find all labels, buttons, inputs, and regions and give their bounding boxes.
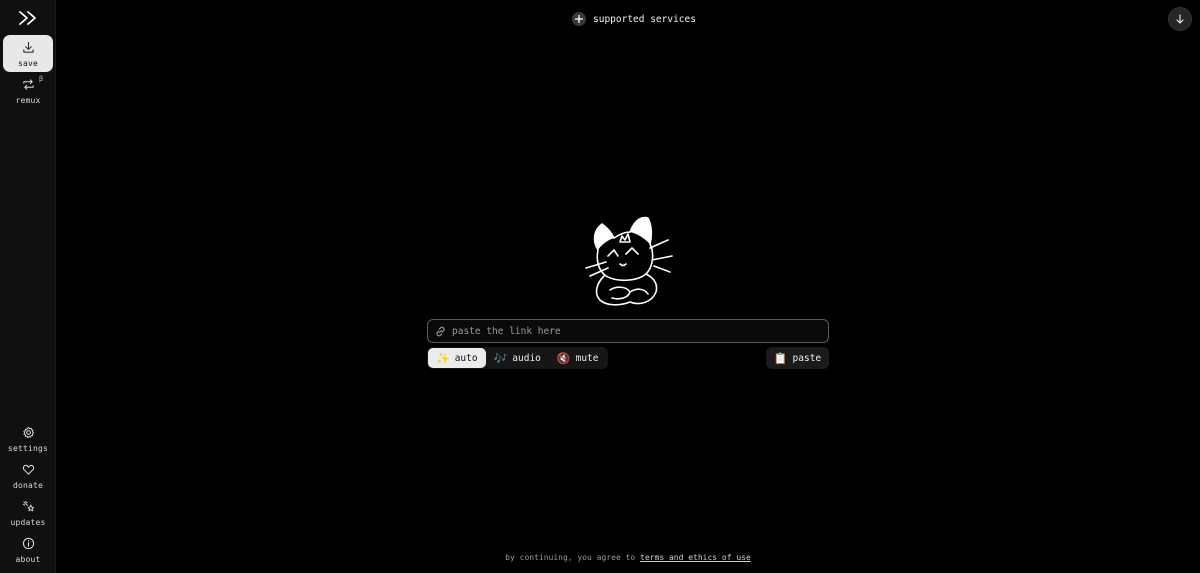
services-label: supported services — [593, 13, 696, 25]
sidebar-item-label: updates — [10, 518, 46, 527]
mode-auto-button[interactable]: ✨ auto — [428, 348, 486, 368]
link-input-container — [427, 319, 829, 343]
sidebar-item-label: save — [17, 59, 39, 68]
info-icon — [22, 537, 34, 550]
sidebar-item-label: remux — [15, 96, 41, 105]
app-root: save remux β settings donate updates abo… — [0, 0, 1200, 573]
sidebar-item-label: donate — [12, 481, 44, 490]
sidebar-item-label: settings — [7, 444, 49, 453]
mode-label: mute — [575, 352, 599, 364]
sparkles-icon: ✨ — [436, 351, 450, 365]
footer: by continuing, you agree to terms and et… — [56, 553, 1200, 562]
paste-button[interactable]: 📋 paste — [766, 347, 829, 369]
sidebar: save remux β settings donate updates abo… — [0, 0, 56, 573]
supported-services-button[interactable]: supported services — [572, 11, 696, 27]
link-icon — [436, 326, 445, 336]
link-input[interactable] — [452, 321, 828, 341]
sidebar-item-donate[interactable]: donate — [3, 457, 53, 494]
mode-label: audio — [512, 352, 541, 364]
sidebar-item-about[interactable]: about — [3, 531, 53, 568]
terms-link[interactable]: terms and ethics of use — [640, 553, 751, 562]
music-notes-icon: 🎶 — [493, 351, 508, 365]
logo-icon[interactable] — [18, 10, 38, 26]
beta-badge: β — [39, 75, 44, 83]
mode-audio-button[interactable]: 🎶 audio — [486, 348, 549, 368]
heart-icon — [22, 464, 34, 475]
arrow-down-icon — [1176, 14, 1184, 24]
sidebar-item-save[interactable]: save — [3, 35, 53, 72]
paste-label: paste — [792, 352, 822, 364]
sidebar-item-updates[interactable]: updates — [3, 494, 53, 531]
cat-mascot-icon — [585, 216, 673, 306]
muted-speaker-icon: 🔇 — [556, 351, 571, 365]
sparkle-icon — [22, 500, 34, 512]
downloads-button[interactable] — [1168, 7, 1192, 31]
footer-text: by continuing, you agree to — [505, 553, 636, 562]
plus-icon — [572, 12, 586, 26]
sidebar-item-label: about — [15, 555, 41, 564]
sidebar-item-settings[interactable]: settings — [3, 420, 53, 457]
remux-icon — [22, 79, 34, 90]
mode-mute-button[interactable]: 🔇 mute — [549, 348, 607, 368]
download-icon — [22, 41, 34, 53]
sidebar-item-remux[interactable]: remux β — [3, 72, 53, 109]
clipboard-icon: 📋 — [773, 351, 788, 365]
download-mode-switcher: ✨ auto 🎶 audio 🔇 mute — [427, 347, 608, 369]
mode-label: auto — [454, 352, 478, 364]
gear-icon — [22, 426, 34, 439]
